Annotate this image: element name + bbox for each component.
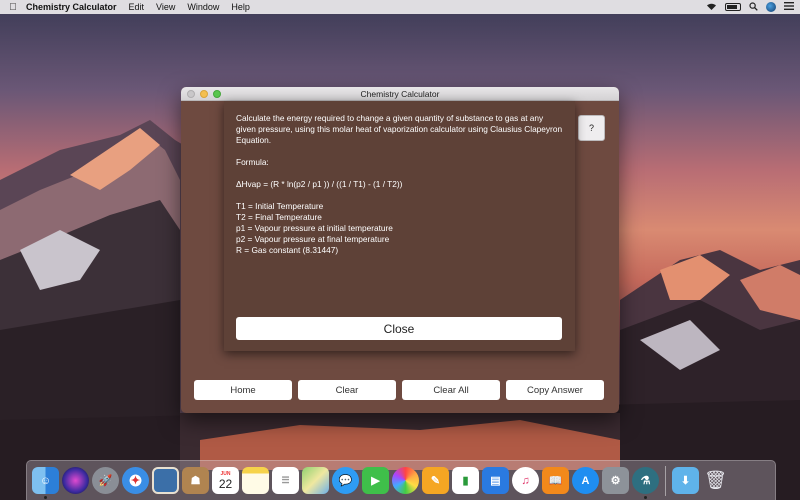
notification-center-icon[interactable] [784,2,794,12]
apple-menu-icon[interactable]:  [0,2,26,13]
menu-help[interactable]: Help [231,2,250,12]
notes-icon[interactable] [242,467,269,494]
variable-r: R = Gas constant (8.31447) [236,245,339,255]
trash-icon[interactable]: 🗑 [702,467,729,494]
status-area [706,0,794,14]
menu-view[interactable]: View [156,2,175,12]
contacts-icon[interactable]: ☗ [182,467,209,494]
calendar-icon[interactable]: JUN 22 [212,467,239,494]
zoom-window-button[interactable] [213,90,221,98]
messages-icon[interactable]: 💬 [332,467,359,494]
system-preferences-icon[interactable]: ⚙ [602,467,629,494]
search-icon[interactable] [749,1,758,13]
facetime-icon[interactable]: ▶ [362,467,389,494]
close-window-button[interactable] [187,90,195,98]
variable-p1: p1 = Vapour pressure at initial temperat… [236,223,393,233]
chemistry-calculator-icon[interactable]: ⚗ [632,467,659,499]
safari-icon[interactable]: ✦ [122,467,149,494]
sheet-description: Calculate the energy required to change … [236,113,563,145]
formula-heading: Formula: [236,157,269,167]
window-title: Chemistry Calculator [360,89,440,99]
launchpad-icon[interactable]: 🚀 [92,467,119,494]
copy-answer-button[interactable]: Copy Answer [506,380,604,400]
variable-t2: T2 = Final Temperature [236,212,322,222]
variable-p2: p2 = Vapour pressure at final temperatur… [236,234,390,244]
formula-text: ΔHvap = (R * ln(p2 / p1 )) / ((1 / T1) -… [236,179,403,189]
app-window: Chemistry Calculator ? Home Clear Clear … [181,87,619,413]
keynote-icon[interactable]: ▤ [482,467,509,494]
wifi-icon[interactable] [706,2,717,13]
itunes-icon[interactable]: ♫ [512,467,539,494]
siri-icon[interactable] [62,467,89,494]
pages-icon[interactable]: ✎ [422,467,449,494]
minimize-window-button[interactable] [200,90,208,98]
menu-edit[interactable]: Edit [129,2,145,12]
dock-separator [665,465,666,496]
downloads-folder-icon[interactable]: ⬇ [672,467,699,494]
action-buttons: Home Clear Clear All Copy Answer [194,380,604,400]
window-controls [187,90,221,98]
variable-t1: T1 = Initial Temperature [236,201,324,211]
calendar-day: 22 [218,476,233,491]
maps-icon[interactable] [302,467,329,494]
photo-preview-icon[interactable] [152,467,179,494]
close-sheet-button[interactable]: Close [236,317,562,340]
photos-icon[interactable] [392,467,419,494]
siri-menu-icon[interactable] [766,2,776,12]
dock: ☺ 🚀 ✦ ☗ JUN 22 ☰ 💬 ▶ ✎ ▮ ▤ ♫ 📖 A ⚙ ⚗ ⬇ 🗑 [26,460,776,500]
clear-button[interactable]: Clear [298,380,396,400]
menu-bar:  Chemistry Calculator Edit View Window … [0,0,800,14]
numbers-icon[interactable]: ▮ [452,467,479,494]
battery-icon[interactable] [725,3,741,11]
info-sheet: Calculate the energy required to change … [224,101,575,351]
app-store-icon[interactable]: A [572,467,599,494]
menu-app-name[interactable]: Chemistry Calculator [26,2,117,12]
ibooks-icon[interactable]: 📖 [542,467,569,494]
reminders-icon[interactable]: ☰ [272,467,299,494]
clear-all-button[interactable]: Clear All [402,380,500,400]
help-button[interactable]: ? [578,115,605,141]
finder-icon[interactable]: ☺ [32,467,59,499]
window-titlebar[interactable]: Chemistry Calculator [181,87,619,101]
home-button[interactable]: Home [194,380,292,400]
menu-window[interactable]: Window [187,2,219,12]
